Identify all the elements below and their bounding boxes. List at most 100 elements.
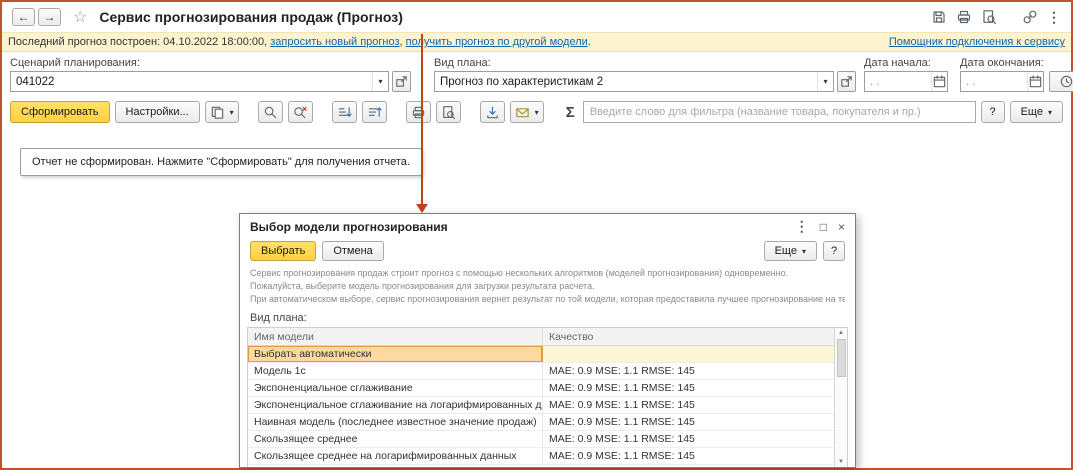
model-quality-cell: MAE: 0.9 MSE: 1.1 RMSE: 145 [549, 365, 695, 377]
toolbar-print-button[interactable] [405, 101, 431, 123]
annotation-arrow-head [416, 204, 428, 213]
more-menu-icon[interactable]: ⋮ [1047, 9, 1061, 26]
cancel-search-button[interactable] [287, 101, 313, 123]
preview-button[interactable] [981, 9, 997, 25]
toolbar-preview-button[interactable] [435, 101, 461, 123]
scrollbar-thumb[interactable] [836, 339, 846, 377]
download-icon [486, 106, 498, 118]
preview-icon [442, 105, 455, 119]
top-bar: ← → ☆ Сервис прогнозирования продаж (Про… [2, 2, 1071, 32]
find-button[interactable] [257, 101, 283, 123]
description-line: При автоматическом выборе, сервис прогно… [250, 294, 845, 304]
dialog-more-button[interactable]: Еще ▾ [763, 241, 817, 261]
sort-ascending-button[interactable] [331, 101, 357, 123]
date-end-calendar-button[interactable] [1027, 72, 1043, 91]
dialog-title: Выбор модели прогнозирования [250, 219, 448, 234]
report-variants-button[interactable]: ▾ [204, 101, 239, 123]
date-end-value: . . [966, 75, 976, 88]
generate-button[interactable]: Сформировать [10, 101, 110, 123]
dialog-menu-icon[interactable]: ⋮ [795, 218, 809, 235]
cancel-button[interactable]: Отмена [322, 241, 384, 261]
service-assistant-link[interactable]: Помощник подключения к сервису [889, 36, 1065, 48]
question-icon: ? [830, 245, 838, 257]
request-new-forecast-link[interactable]: запросить новый прогноз [270, 36, 399, 48]
model-quality-cell: MAE: 0.9 MSE: 1.1 RMSE: 145 [549, 382, 695, 394]
plan-dropdown-icon[interactable]: ▾ [817, 72, 833, 91]
more-button[interactable]: Еще ▾ [1009, 101, 1063, 123]
model-name-cell: Экспоненциальное сглаживание [248, 380, 543, 396]
send-email-button[interactable]: ▾ [509, 101, 544, 123]
plan-value: Прогноз по характеристикам 2 [440, 75, 604, 88]
sort-descending-button[interactable] [361, 101, 387, 123]
help-button[interactable]: ? [980, 101, 1005, 123]
model-name-cell: Наивная модель (последнее известное знач… [248, 414, 543, 430]
model-name-cell: Экспоненциальное сглаживание на логарифм… [248, 397, 543, 413]
dialog-help-button[interactable]: ? [823, 241, 845, 261]
scenario-dropdown-icon[interactable]: ▾ [372, 72, 388, 91]
table-row[interactable]: Скользящее среднее на логарифмированных … [248, 448, 834, 465]
favorites-star-icon[interactable]: ☆ [73, 7, 87, 27]
forward-icon: → [43, 10, 56, 24]
calendar-icon [933, 75, 946, 88]
settings-button[interactable]: Настройки... [114, 101, 200, 123]
select-button[interactable]: Выбрать [250, 241, 317, 261]
table-header-row: Имя модели Качество [248, 328, 834, 346]
scroll-down-icon[interactable]: ▼ [838, 458, 844, 466]
back-icon: ← [17, 10, 30, 24]
get-link-button[interactable] [1022, 9, 1038, 25]
maximize-icon[interactable]: □ [820, 220, 827, 234]
filter-input[interactable] [583, 106, 975, 118]
scroll-up-icon[interactable]: ▲ [838, 329, 844, 337]
date-end-label: Дата окончания: [960, 57, 1044, 69]
calendar-icon [1029, 75, 1042, 88]
generate-label: Сформировать [21, 106, 99, 118]
save-button[interactable] [931, 9, 947, 25]
model-quality-cell: MAE: 0.9 MSE: 1.1 RMSE: 145 [549, 433, 695, 445]
date-end-input[interactable]: . . [960, 71, 1044, 92]
more-label: Еще [1020, 106, 1043, 118]
period-select-button[interactable] [1049, 71, 1073, 92]
save-result-button[interactable] [479, 101, 505, 123]
dialog-plan-label: Вид плана: [250, 312, 307, 324]
scenario-label: Сценарий планирования: [10, 57, 140, 69]
table-row[interactable]: Наивная модель (последнее известное знач… [248, 414, 834, 431]
close-icon[interactable]: × [838, 220, 845, 234]
model-selection-dialog: Выбор модели прогнозирования ⋮ □ × Выбра… [239, 213, 856, 468]
dialog-more-label: Еще [774, 245, 797, 257]
report-toolbar: Сформировать Настройки... ▾ ▾ Σ ? Еще ▾ [2, 98, 1071, 126]
table-row[interactable]: Экспоненциальное сглаживание на логарифм… [248, 397, 834, 414]
plan-open-button[interactable] [837, 71, 856, 92]
table-row[interactable]: Скользящее среднее MAE: 0.9 MSE: 1.1 RMS… [248, 431, 834, 448]
cancel-search-icon [293, 106, 307, 118]
header-quality: Качество [549, 330, 594, 343]
dialog-description: Сервис прогнозирования продаж строит про… [240, 265, 855, 306]
question-icon: ? [989, 106, 996, 118]
table-row[interactable]: Модель 1с MAE: 0.9 MSE: 1.1 RMSE: 145 [248, 363, 834, 380]
print-icon [957, 10, 971, 24]
dialog-button-row: Выбрать Отмена Еще ▾ ? [240, 239, 855, 265]
models-table: Имя модели Качество Выбрать автоматическ… [247, 327, 848, 467]
vertical-scrollbar[interactable]: ▲ ▼ [834, 328, 847, 467]
forecast-other-model-link[interactable]: получить прогноз по другой модели [406, 36, 588, 48]
page-title: Сервис прогнозирования продаж (Прогноз) [99, 9, 403, 25]
description-line: Пожалуйста, выберите модель прогнозирова… [250, 281, 595, 291]
table-row[interactable]: Экспоненциальное сглаживание MAE: 0.9 MS… [248, 380, 834, 397]
date-start-calendar-button[interactable] [931, 72, 947, 91]
print-button[interactable] [956, 9, 972, 25]
link-icon [1023, 10, 1037, 24]
plan-input[interactable]: Прогноз по характеристикам 2 ▾ [434, 71, 834, 92]
description-line: Сервис прогнозирования продаж строит про… [250, 268, 789, 278]
open-form-icon [396, 76, 407, 87]
sum-sigma-icon[interactable]: Σ [566, 104, 575, 121]
chevron-down-icon: ▾ [1047, 107, 1052, 117]
settings-label: Настройки... [125, 106, 189, 118]
scenario-input[interactable]: 041022 ▾ [10, 71, 389, 92]
scenario-open-button[interactable] [392, 71, 411, 92]
header-model-name: Имя модели [248, 328, 543, 345]
back-button[interactable]: ← [12, 8, 35, 26]
plan-label: Вид плана: [434, 57, 491, 69]
notification-bar: Последний прогноз построен: 04.10.2022 1… [2, 32, 1071, 52]
table-row-auto[interactable]: Выбрать автоматически [248, 346, 834, 363]
date-start-input[interactable]: . . [864, 71, 948, 92]
forward-button[interactable]: → [38, 8, 61, 26]
